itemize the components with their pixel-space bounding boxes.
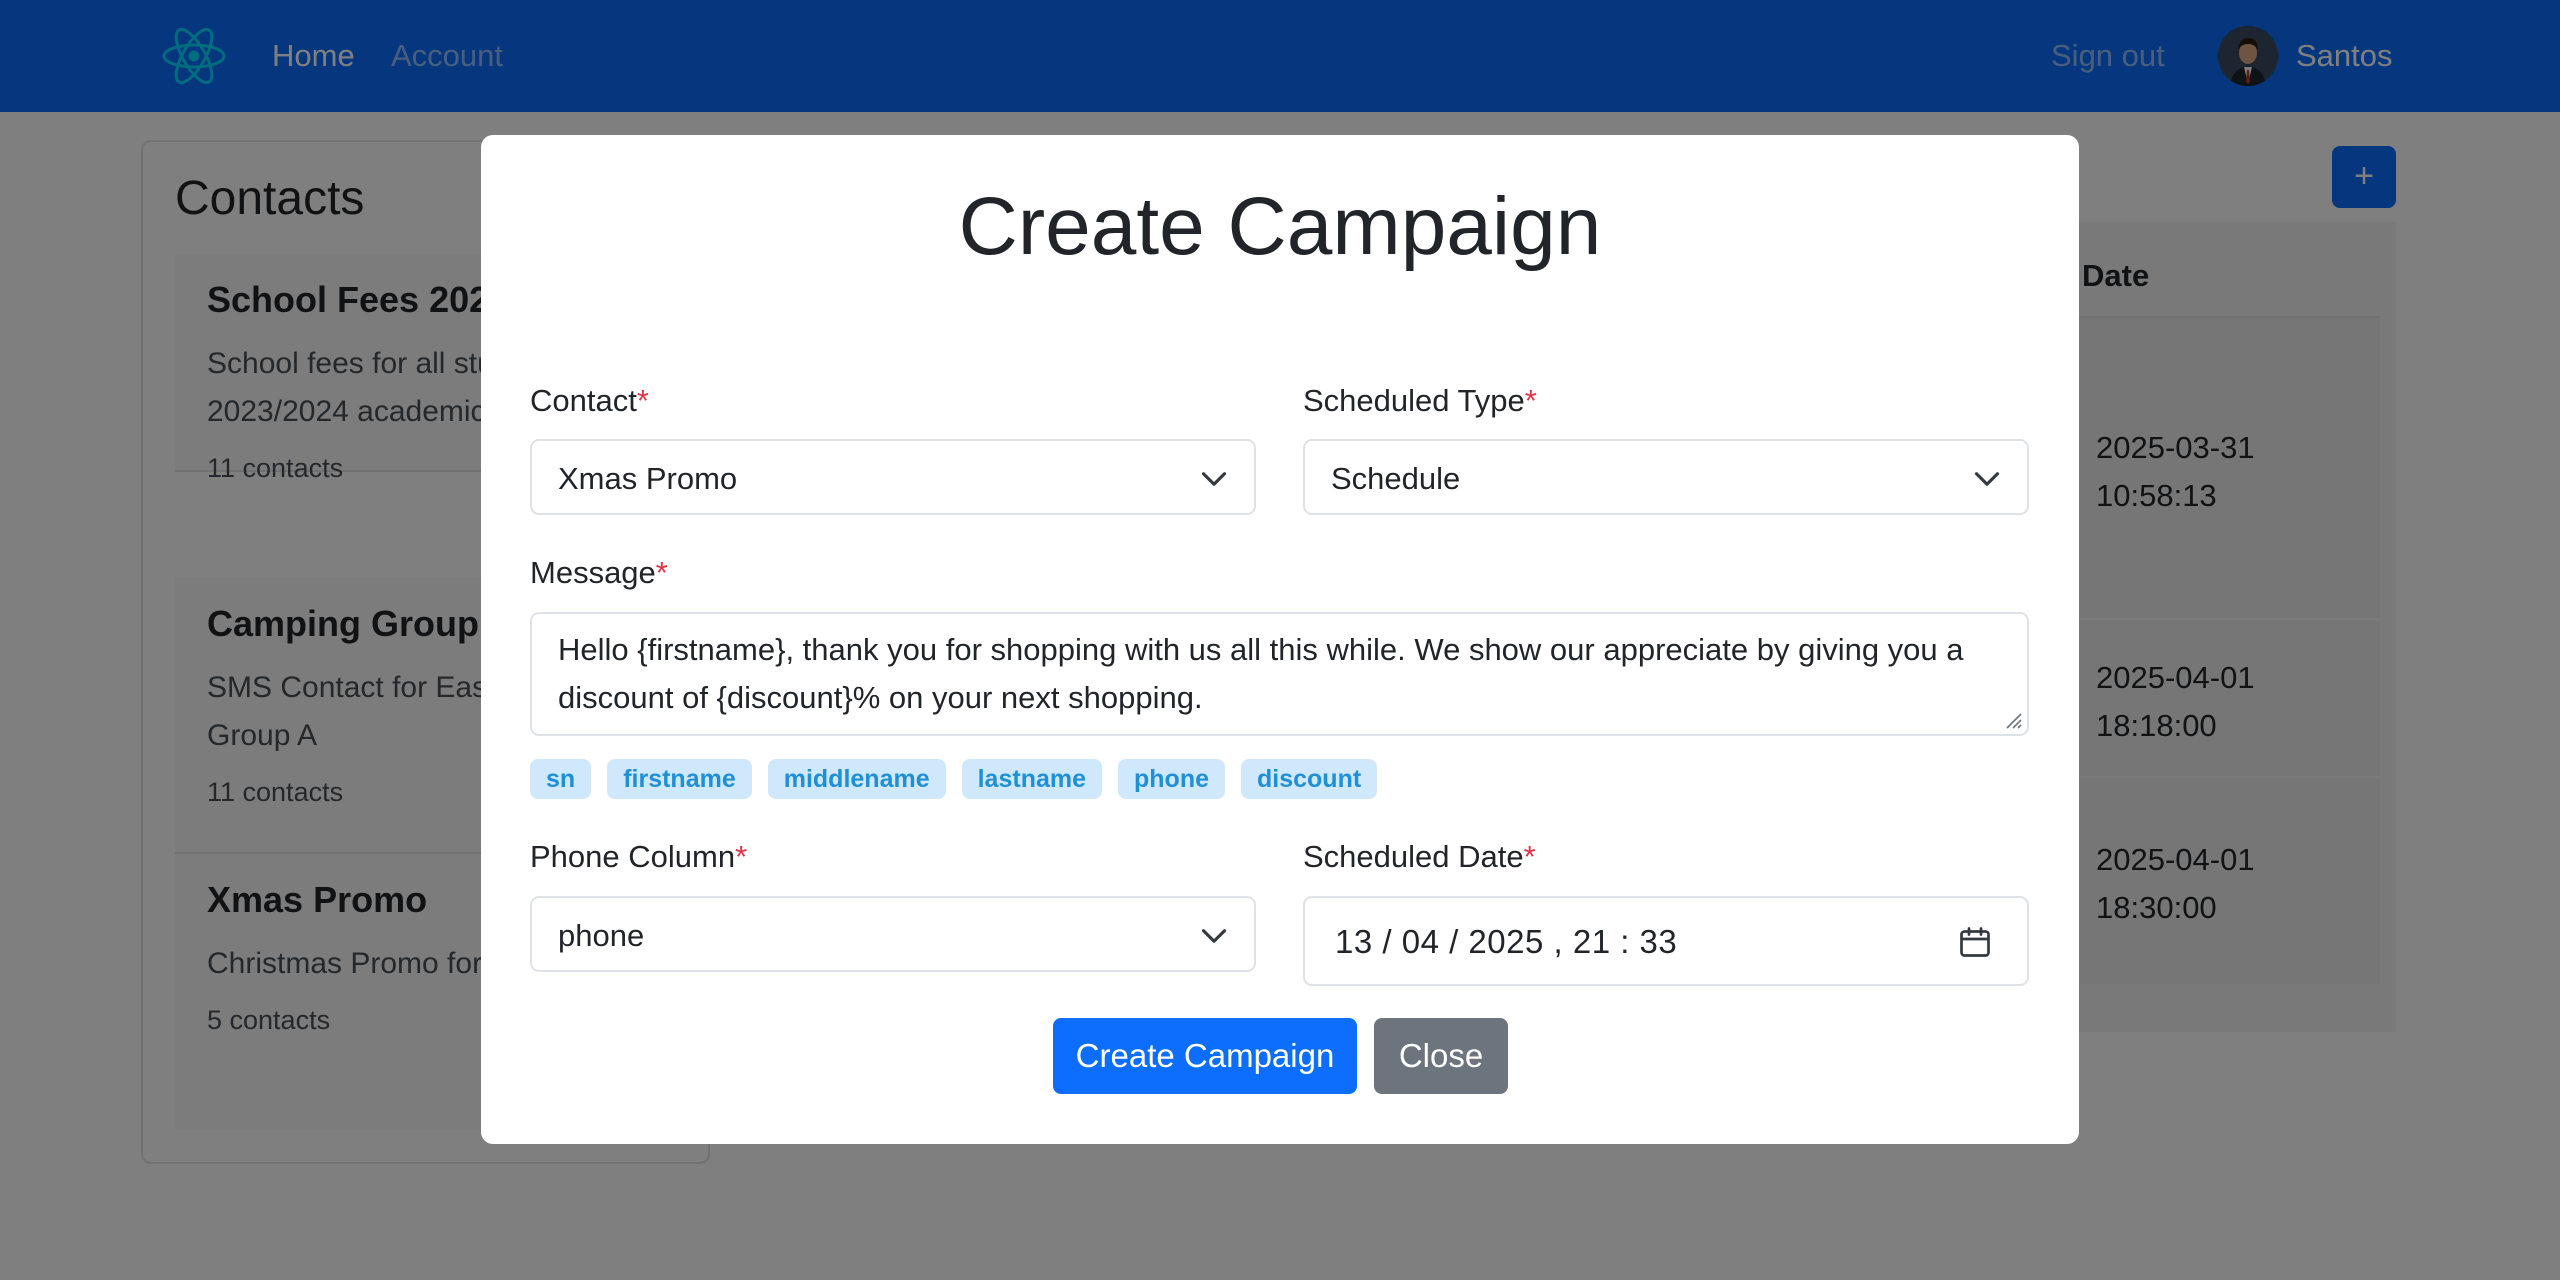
phone-column-select-value: phone: [558, 918, 645, 953]
required-marker: *: [655, 555, 668, 590]
contact-select[interactable]: Xmas Promo: [530, 439, 1256, 515]
required-marker: *: [636, 383, 649, 418]
message-label: Message*: [530, 555, 668, 590]
tag-lastname[interactable]: lastname: [961, 759, 1102, 799]
required-marker: *: [1524, 383, 1537, 418]
chevron-down-icon: [1201, 929, 1227, 943]
tag-firstname[interactable]: firstname: [607, 759, 752, 799]
create-campaign-modal: Create Campaign Contact* Xmas Promo Sche…: [481, 135, 2079, 1144]
scheduled-type-label: Scheduled Type*: [1303, 383, 1537, 418]
close-button[interactable]: Close: [1374, 1018, 1508, 1094]
scheduled-date-input[interactable]: 13 / 04 / 2025 , 21 : 33: [1303, 896, 2029, 986]
required-marker: *: [735, 839, 748, 874]
tag-sn[interactable]: sn: [530, 759, 592, 799]
placeholder-tags: sn firstname middlename lastname phone d…: [530, 759, 1378, 799]
modal-title: Create Campaign: [958, 181, 1602, 272]
resize-grip-icon[interactable]: [2001, 708, 2023, 730]
tag-phone[interactable]: phone: [1118, 759, 1225, 799]
tag-discount[interactable]: discount: [1241, 759, 1378, 799]
scheduled-date-label: Scheduled Date*: [1303, 839, 1536, 874]
chevron-down-icon: [1974, 472, 2000, 486]
required-marker: *: [1523, 839, 1536, 874]
message-textarea[interactable]: Hello {firstname}, thank you for shoppin…: [530, 612, 2029, 736]
message-text: Hello {firstname}, thank you for shoppin…: [558, 632, 1964, 715]
scheduled-type-select-value: Schedule: [1331, 461, 1461, 496]
scheduled-type-select[interactable]: Schedule: [1303, 439, 2029, 515]
calendar-icon[interactable]: [1957, 924, 1993, 960]
tag-middlename[interactable]: middlename: [767, 759, 946, 799]
contact-label: Contact*: [530, 383, 649, 418]
phone-column-select[interactable]: phone: [530, 896, 1256, 972]
contact-select-value: Xmas Promo: [558, 461, 738, 496]
chevron-down-icon: [1201, 472, 1227, 486]
phone-column-label: Phone Column*: [530, 839, 748, 874]
scheduled-date-value: 13 / 04 / 2025 , 21 : 33: [1335, 923, 1678, 960]
create-campaign-button[interactable]: Create Campaign: [1053, 1018, 1357, 1094]
